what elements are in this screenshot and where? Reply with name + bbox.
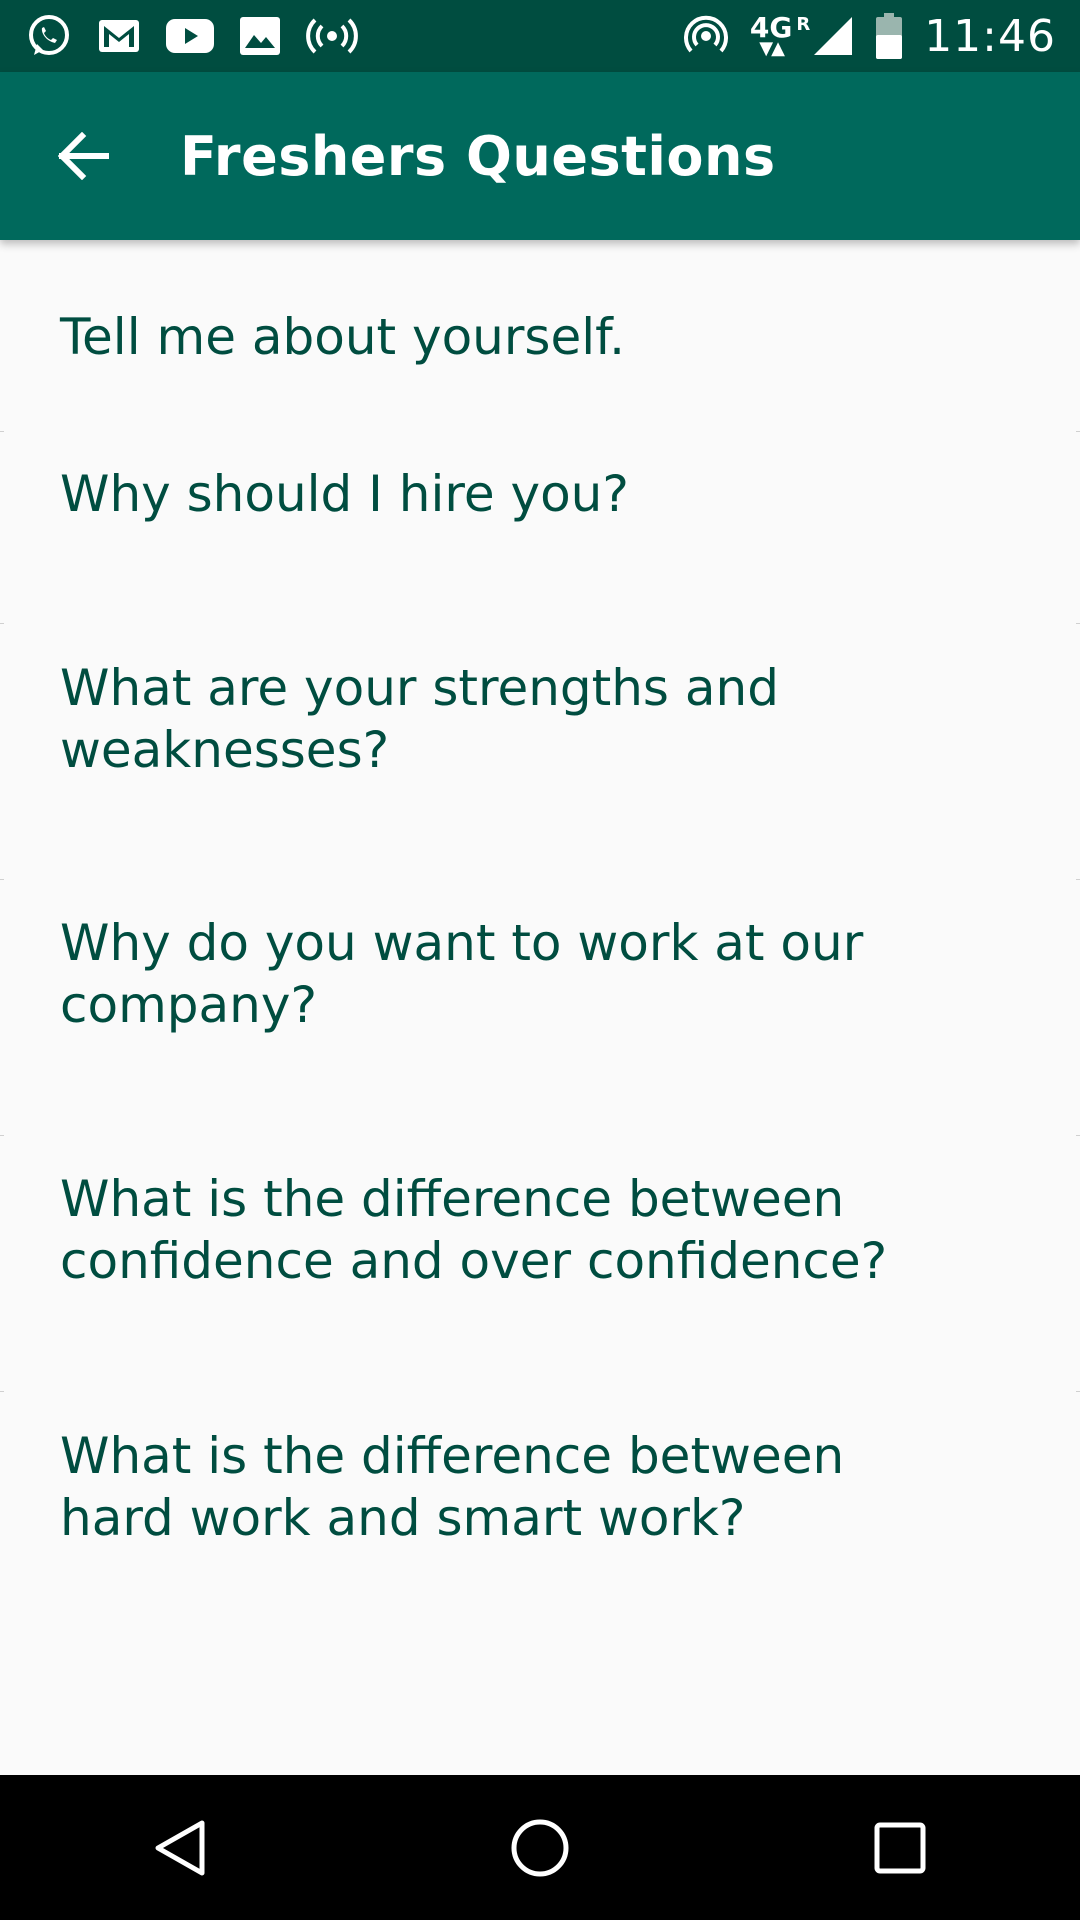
list-item[interactable]: What are your strengths and weaknesses? <box>0 624 1080 880</box>
home-circle-icon <box>511 1819 569 1876</box>
question-text: What is the difference between hard work… <box>60 1427 845 1547</box>
list-item[interactable]: Why do you want to work at our company? <box>0 880 1080 1136</box>
youtube-icon <box>166 19 214 53</box>
navigation-bar <box>0 1775 1080 1920</box>
list-item[interactable]: What is the difference between confidenc… <box>0 1136 1080 1392</box>
status-right-icons: 4G ▼▲ R 11:46 <box>662 0 1056 72</box>
image-icon <box>240 17 280 55</box>
hotspot-icon <box>683 14 728 58</box>
network-type-indicator: 4G ▼▲ <box>750 14 792 58</box>
hotspot-broadcast-icon <box>306 17 358 55</box>
data-arrows-icon: ▼▲ <box>759 38 785 59</box>
page-title: Freshers Questions <box>180 124 776 188</box>
question-text: Why do you want to work at our company? <box>60 914 864 1034</box>
question-list: Tell me about yourself. Why should I hir… <box>0 240 1080 1775</box>
status-time: 11:46 <box>924 10 1056 62</box>
question-text: Why should I hire you? <box>60 465 629 523</box>
list-item[interactable]: Why should I hire you? <box>0 432 1080 624</box>
battery-icon <box>876 13 903 59</box>
status-left-icons <box>26 0 384 72</box>
roaming-label: R <box>796 14 811 35</box>
arrow-back-icon <box>58 132 109 180</box>
nav-home-button[interactable] <box>470 1788 610 1908</box>
signal-icon <box>812 15 854 57</box>
list-item[interactable]: What is the difference between hard work… <box>0 1392 1080 1648</box>
question-text: Tell me about yourself. <box>60 308 625 366</box>
screen: 4G ▼▲ R 11:46 Freshers Questions Tell me… <box>0 0 1080 1920</box>
gmail-icon <box>98 19 140 53</box>
question-text: What is the difference between confidenc… <box>60 1170 888 1290</box>
app-bar: Freshers Questions <box>0 72 1080 240</box>
whatsapp-icon <box>26 13 72 59</box>
nav-back-button[interactable] <box>110 1788 250 1908</box>
list-item[interactable]: Tell me about yourself. <box>0 240 1080 432</box>
recents-square-icon <box>874 1822 926 1873</box>
nav-recents-button[interactable] <box>830 1788 970 1908</box>
back-button[interactable] <box>24 96 144 216</box>
back-triangle-icon <box>155 1820 205 1875</box>
question-text: What are your strengths and weaknesses? <box>60 659 779 779</box>
status-bar: 4G ▼▲ R 11:46 <box>0 0 1080 72</box>
